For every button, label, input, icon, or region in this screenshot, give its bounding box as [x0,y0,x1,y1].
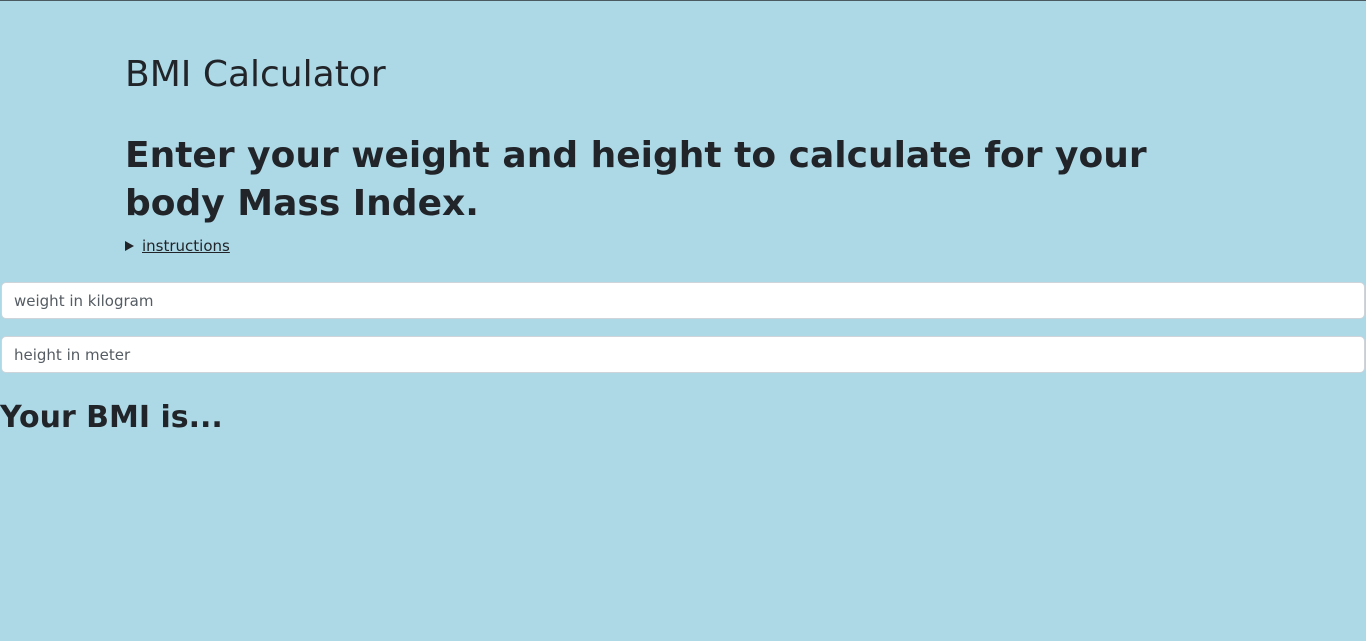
weight-input[interactable] [1,282,1365,319]
height-input[interactable] [1,336,1365,373]
disclosure-triangle-icon[interactable] [125,241,134,251]
instructions-label[interactable]: instructions [142,237,230,255]
bmi-result: Your BMI is... [0,400,223,435]
page-subtitle: Enter your weight and height to calculat… [125,135,1147,224]
instructions-toggle[interactable]: instructions [125,237,230,255]
page-title: BMI Calculator [125,54,386,95]
